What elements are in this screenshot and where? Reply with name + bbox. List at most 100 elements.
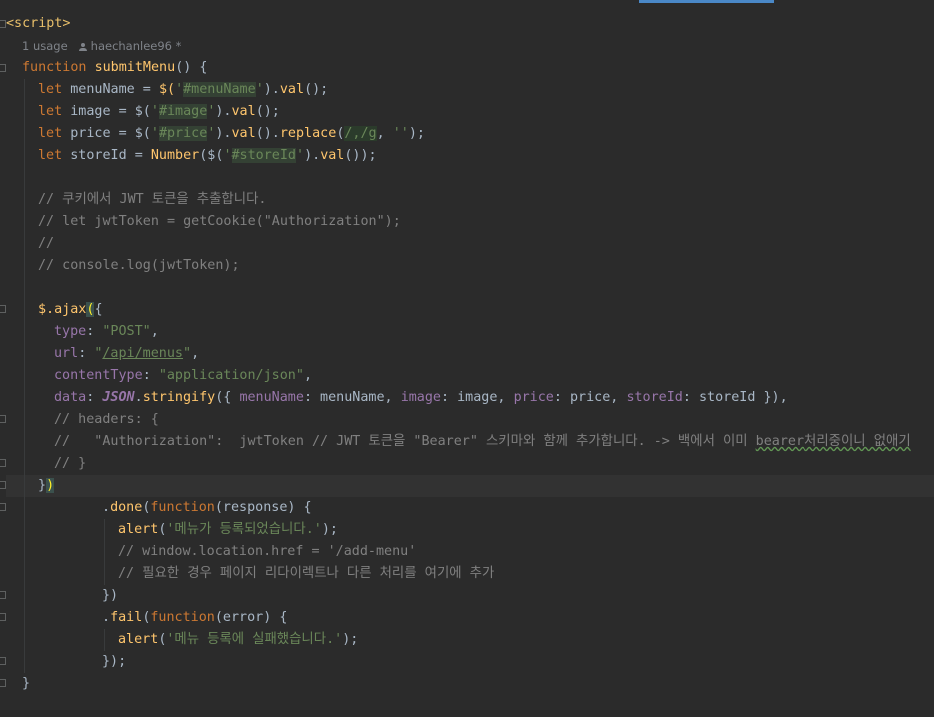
indent-guide	[104, 629, 105, 651]
comment: // 쿠키에서 JWT 토큰을 추출합니다.	[38, 192, 267, 207]
indent-guide	[104, 519, 105, 541]
url-link[interactable]: /api/menus	[102, 346, 183, 361]
code-text: price = $(	[62, 126, 151, 141]
property-key: image	[400, 390, 441, 405]
code-line[interactable]: <script>	[6, 13, 934, 35]
keyword: function	[22, 60, 87, 75]
indent-guide	[24, 79, 25, 101]
selector-string: #price	[158, 126, 208, 141]
code-line[interactable]: data: JSON.stringify({ menuName: menuNam…	[6, 387, 934, 409]
code-text: storeId =	[62, 148, 151, 163]
code-editor[interactable]: <script> 1 usage haechanlee96 * function…	[6, 13, 934, 695]
indent-guide	[24, 497, 25, 519]
author-hint[interactable]: haechanlee96 *	[91, 39, 182, 53]
string-quote: '	[296, 148, 305, 163]
method-call: val	[320, 148, 345, 163]
code-line[interactable]: //	[6, 233, 934, 255]
current-code-line[interactable]: })	[6, 475, 934, 497]
property-key: price	[513, 390, 554, 405]
code-text: : menuName,	[303, 390, 401, 405]
indent-guide	[24, 585, 25, 607]
regex-literal: /,/g	[344, 126, 377, 141]
indent-guide	[24, 541, 25, 563]
property-key: menuName	[239, 390, 304, 405]
method-call: replace	[279, 126, 337, 141]
code-line[interactable]: .fail(function(error) {	[6, 607, 934, 629]
code-text: ());	[344, 148, 377, 163]
indent-guide	[24, 475, 25, 497]
comment: // headers: {	[54, 412, 159, 427]
indent-guide	[24, 101, 25, 123]
code-line[interactable]: })	[6, 585, 934, 607]
code-line[interactable]: alert('메뉴 등록에 실패했습니다.');	[6, 629, 934, 651]
comment: // }	[54, 456, 87, 471]
string-quote: '	[255, 82, 264, 97]
code-line[interactable]: let storeId = Number($('#storeId').val()…	[6, 145, 934, 167]
function-call: alert	[118, 632, 159, 647]
string-literal: '메뉴가 등록되었습니다.'	[166, 522, 322, 537]
inlay-hint[interactable]: 1 usage haechanlee96 *	[6, 35, 934, 57]
selector-string: #menuName	[183, 82, 256, 97]
indent-guide	[104, 563, 105, 585]
string-literal: "application/json"	[158, 368, 304, 383]
code-text: ).	[215, 126, 232, 141]
code-line[interactable]: contentType: "application/json",	[6, 365, 934, 387]
code-line[interactable]: // 필요한 경우 페이지 리다이렉트나 다른 처리를 여기에 추가	[6, 563, 934, 585]
indent-guide	[24, 651, 25, 673]
indent-guide	[24, 123, 25, 145]
indent-guide	[24, 255, 25, 277]
code-line[interactable]	[6, 277, 934, 299]
indent-guide	[24, 299, 25, 321]
indent-guide	[24, 519, 25, 541]
code-line[interactable]: type: "POST",	[6, 321, 934, 343]
indent-guide	[24, 343, 25, 365]
keyword: function	[150, 610, 215, 625]
code-text: ();	[304, 82, 329, 97]
keyword: let	[38, 104, 63, 119]
code-line[interactable]: let menuName = $('#menuName').val();	[6, 79, 934, 101]
code-text: });	[102, 654, 127, 669]
code-line[interactable]: // "Authorization": jwtToken // JWT 토큰을 …	[6, 431, 934, 453]
code-text: ).	[215, 104, 232, 119]
code-line[interactable]: // 쿠키에서 JWT 토큰을 추출합니다.	[6, 189, 934, 211]
code-text: }	[22, 676, 31, 691]
code-line[interactable]: let price = $('#price').val().replace(/,…	[6, 123, 934, 145]
code-line[interactable]: alert('메뉴가 등록되었습니다.');	[6, 519, 934, 541]
code-line[interactable]	[6, 167, 934, 189]
code-line[interactable]: // console.log(jwtToken);	[6, 255, 934, 277]
code-text: ).	[263, 82, 280, 97]
indent-guide	[24, 607, 25, 629]
code-line[interactable]: // }	[6, 453, 934, 475]
method-call: done	[110, 500, 143, 515]
global-object: JSON	[102, 390, 135, 405]
code-text: })	[102, 588, 119, 603]
code-line[interactable]: });	[6, 651, 934, 673]
code-line[interactable]: // window.location.href = '/add-menu'	[6, 541, 934, 563]
code-text: menuName =	[62, 82, 159, 97]
typo-warning[interactable]: bearer	[756, 434, 804, 449]
comment: 처리중이니 없애기	[804, 434, 911, 449]
code-text: ,	[376, 126, 393, 141]
code-text: .	[102, 610, 111, 625]
code-text: ({	[215, 390, 240, 405]
method-call: val	[279, 82, 305, 97]
indent-guide	[24, 189, 25, 211]
indent-guide	[24, 321, 25, 343]
code-line[interactable]: .done(function(response) {	[6, 497, 934, 519]
code-line[interactable]: function submitMenu() {	[6, 57, 934, 79]
code-text: }	[38, 478, 47, 493]
indent-guide	[24, 277, 25, 299]
property-key: contentType	[54, 368, 143, 383]
code-line[interactable]: $.ajax({	[6, 299, 934, 321]
code-line[interactable]: }	[6, 673, 934, 695]
indent-guide	[24, 365, 25, 387]
code-line[interactable]: url: "/api/menus",	[6, 343, 934, 365]
code-text: : image,	[441, 390, 514, 405]
code-line[interactable]: let image = $('#image').val();	[6, 101, 934, 123]
code-line[interactable]: // headers: {	[6, 409, 934, 431]
code-line[interactable]: // let jwtToken = getCookie("Authorizati…	[6, 211, 934, 233]
usages-hint[interactable]: 1 usage	[22, 39, 68, 53]
code-text: );	[408, 126, 425, 141]
code-text: ).	[304, 148, 321, 163]
comment: // console.log(jwtToken);	[38, 258, 240, 273]
